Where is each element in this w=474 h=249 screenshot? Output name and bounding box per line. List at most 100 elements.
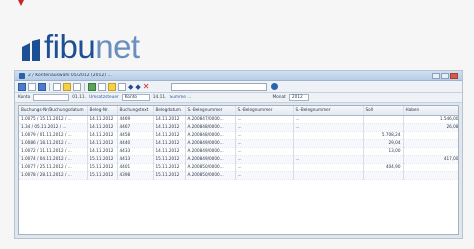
table-cell: 15.11.2012 bbox=[153, 163, 186, 172]
table-cell: 14.11.2012 bbox=[87, 139, 118, 148]
filter-icon[interactable] bbox=[98, 82, 106, 91]
column-header[interactable]: Haben bbox=[403, 106, 458, 116]
copy-icon[interactable] bbox=[53, 82, 61, 91]
table-cell: 404,90 bbox=[363, 163, 404, 172]
table-cell: ... bbox=[293, 115, 364, 124]
konto-field[interactable] bbox=[33, 94, 70, 101]
bookings-table: Buchungs-Nr/Buchungsdatum Beleg-Nr. Buch… bbox=[19, 106, 458, 180]
table-cell: ... bbox=[235, 123, 294, 132]
column-header[interactable]: Soll bbox=[363, 106, 404, 116]
table-cell bbox=[403, 163, 458, 172]
table-cell bbox=[293, 147, 364, 156]
app-icon bbox=[19, 72, 25, 79]
save-icon[interactable] bbox=[38, 82, 46, 91]
column-header[interactable]: S.-Belegnummer bbox=[235, 106, 294, 116]
window-titlebar: 2 / Kontenauswahl 05/2012 (2012) ... bbox=[15, 71, 462, 81]
table-cell: 14.11.2012 bbox=[153, 131, 186, 140]
table-cell: 4467 bbox=[117, 123, 154, 132]
table-cell: 4433 bbox=[117, 147, 154, 156]
umsatzsteuer-link[interactable]: Umsatzsteuer bbox=[89, 95, 119, 100]
table-cell bbox=[403, 139, 458, 148]
toolbar-separator bbox=[49, 82, 50, 91]
table-cell: 1.0079 / 01.11.2012 / ... bbox=[19, 131, 88, 140]
table-cell: 1.0086 / 18.11.2012 / ... bbox=[19, 139, 88, 148]
table-cell: 14.11.2012 bbox=[153, 123, 186, 132]
table-row[interactable]: 1.0079 / 01.11.2012 / ... 14.11.2012 4458 1… bbox=[19, 131, 458, 140]
table-cell: A.200850/0000... bbox=[185, 163, 236, 172]
export-icon[interactable] bbox=[118, 82, 126, 91]
arrow-left-icon[interactable]: ◆ bbox=[128, 83, 133, 91]
arrow-right-icon[interactable]: ◆ bbox=[135, 83, 140, 91]
table-row[interactable]: 1.0078 / 28.11.2012 / ... 15.11.2012 4398 1… bbox=[19, 171, 458, 180]
table-cell: ... bbox=[235, 131, 294, 140]
refresh-icon[interactable] bbox=[88, 82, 96, 91]
table-cell bbox=[293, 171, 364, 180]
mid-date-label: 14.11. bbox=[152, 95, 167, 100]
minimize-icon[interactable] bbox=[432, 72, 440, 79]
table-cell bbox=[403, 131, 458, 140]
table-cell: 29,04 bbox=[363, 139, 404, 148]
table-cell: 14.11.2012 bbox=[87, 123, 118, 132]
table-cell: 417,00 bbox=[403, 155, 458, 164]
table-cell: A.200848/0000... bbox=[185, 131, 236, 140]
table-cell: 5.708,24 bbox=[363, 131, 404, 140]
table-cell: A.200849/0000... bbox=[185, 155, 236, 164]
table-cell: 1.0077 / 25.11.2012 / ... bbox=[19, 163, 88, 172]
new-document-icon[interactable] bbox=[28, 82, 36, 91]
favorite-icon[interactable] bbox=[108, 82, 116, 91]
table-cell: 13,00 bbox=[363, 147, 404, 156]
logo-arrow-icon bbox=[18, 0, 24, 6]
column-header[interactable]: S.-Belegnummer bbox=[293, 106, 364, 116]
table-row[interactable]: 1.0077 / 25.11.2012 / ... 15.11.2012 4401 1… bbox=[19, 163, 458, 172]
folder-icon[interactable] bbox=[63, 82, 71, 91]
table-cell: A.200847/0000... bbox=[185, 115, 236, 124]
toolbar: ◆ ◆ ✕ bbox=[15, 81, 462, 93]
table-row[interactable]: 1.0072 / 11.11.2012 / ... 14.11.2012 4433 1… bbox=[19, 147, 458, 156]
table-cell: ... bbox=[235, 147, 294, 156]
table-cell: A.200849/0000... bbox=[185, 147, 236, 156]
edit-icon[interactable] bbox=[73, 82, 81, 91]
logo-text: fibunet bbox=[44, 30, 140, 63]
table-cell bbox=[403, 147, 458, 156]
table-cell: 4398 bbox=[117, 171, 154, 180]
table-row[interactable]: 1.0074 / 04.11.2012 / ... 15.11.2012 4413 1… bbox=[19, 155, 458, 164]
search-icon[interactable] bbox=[271, 83, 279, 90]
table-row[interactable]: 1.34 / 05.11.2012 / ... 14.11.2012 4467 14.… bbox=[19, 123, 458, 132]
table-cell: A.200850/0000... bbox=[185, 171, 236, 180]
table-cell: 15.11.2012 bbox=[87, 163, 118, 172]
year-field[interactable]: 2012 bbox=[288, 94, 309, 101]
month-label: Monat bbox=[272, 95, 286, 100]
table-cell: 1.0074 / 04.11.2012 / ... bbox=[19, 155, 88, 164]
logo-text-accent: net bbox=[95, 28, 140, 65]
column-header[interactable]: S.-Belegnummer bbox=[185, 106, 236, 116]
column-header[interactable]: Beleg-Nr. bbox=[87, 106, 118, 116]
print-icon[interactable] bbox=[18, 82, 26, 91]
table-cell bbox=[293, 139, 364, 148]
table-cell: ... bbox=[235, 163, 294, 172]
delete-icon[interactable]: ✕ bbox=[143, 82, 150, 91]
konto-label: Konto bbox=[18, 95, 31, 100]
column-header[interactable]: Belegdatum bbox=[153, 106, 186, 116]
table-cell bbox=[363, 115, 404, 124]
table-row[interactable]: 1.0086 / 18.11.2012 / ... 14.11.2012 4440 1… bbox=[19, 139, 458, 148]
table-cell: 14.11.2012 bbox=[153, 115, 186, 124]
column-header[interactable]: Buchungstext bbox=[117, 106, 154, 116]
table-cell: 15.11.2012 bbox=[87, 155, 118, 164]
table-cell: ... bbox=[235, 171, 294, 180]
maximize-icon[interactable] bbox=[441, 72, 449, 79]
table-cell bbox=[363, 123, 404, 132]
table-cell: ... bbox=[293, 155, 364, 164]
column-header[interactable]: Buchungs-Nr/Buchungsdatum bbox=[19, 106, 88, 116]
konto-dropdown[interactable]: Konto bbox=[121, 94, 150, 101]
close-icon[interactable] bbox=[450, 72, 458, 79]
table-header-row: Buchungs-Nr/Buchungsdatum Beleg-Nr. Buch… bbox=[19, 106, 458, 116]
table-cell: 4413 bbox=[117, 155, 154, 164]
bookings-grid[interactable]: Buchungs-Nr/Buchungsdatum Beleg-Nr. Buch… bbox=[18, 105, 459, 235]
app-window: 2 / Kontenauswahl 05/2012 (2012) ... ◆ ◆… bbox=[14, 70, 463, 239]
table-cell: ... bbox=[235, 139, 294, 148]
toolbar-separator bbox=[84, 82, 85, 91]
window-controls bbox=[432, 72, 458, 79]
table-row[interactable]: 1.0075 / 15.11.2012 / ... 14.11.2012 4469 1… bbox=[19, 115, 458, 124]
logo-mark-icon bbox=[20, 39, 42, 63]
search-input[interactable] bbox=[171, 82, 268, 91]
